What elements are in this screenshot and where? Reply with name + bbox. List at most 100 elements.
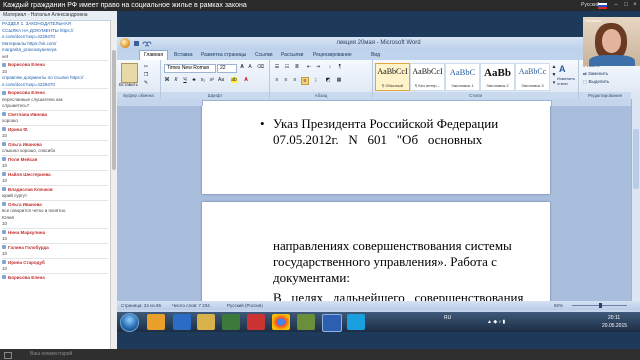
folder-icon[interactable] <box>197 314 215 330</box>
clear-format-icon[interactable]: ⌫ <box>257 64 264 70</box>
styles-group-label: Стили <box>373 92 578 99</box>
style-name: Заголовок 3 <box>521 83 544 88</box>
zoom-slider-thumb[interactable] <box>599 303 602 308</box>
tab-insert[interactable]: Вставка <box>170 51 197 60</box>
app-icon[interactable] <box>297 314 315 330</box>
presenter-shirt <box>589 55 635 66</box>
change-case-icon[interactable]: Aa <box>218 77 224 83</box>
language-status[interactable]: Русский (Россия) <box>227 301 263 310</box>
style-heading-2[interactable]: AaBb Заголовок 2 <box>480 63 515 91</box>
font-color-icon[interactable]: A <box>243 77 249 83</box>
change-styles-label[interactable]: Изменить стили <box>557 76 577 86</box>
copy-icon[interactable]: ❐ <box>143 72 149 78</box>
document-page-2[interactable]: направлениях совершенствования системы г… <box>202 202 550 301</box>
tab-references[interactable]: Ссылки <box>251 51 277 60</box>
cut-icon[interactable]: ✂ <box>143 64 149 70</box>
chat-input-icon <box>4 352 12 359</box>
opera-icon[interactable] <box>247 314 265 330</box>
shrink-font-icon[interactable]: A <box>247 64 253 70</box>
close-icon[interactable]: × <box>631 1 639 9</box>
style-heading-3[interactable]: AaBbCc Заголовок 3 <box>515 63 550 91</box>
highlight-icon[interactable]: ab <box>231 77 237 83</box>
scroll-thumb[interactable] <box>633 129 639 189</box>
numbering-icon[interactable]: ☷ <box>284 64 290 70</box>
line-spacing-icon[interactable]: ↨ <box>313 77 319 83</box>
strikethrough-icon[interactable]: a <box>191 77 197 83</box>
media-icon[interactable] <box>222 314 240 330</box>
style-normal[interactable]: AaBbCcI ¶ Обычный <box>375 63 410 91</box>
start-button-icon[interactable] <box>120 313 139 332</box>
chat-message[interactable]: margarita_pravovayaeneya <box>2 47 108 53</box>
ie-icon[interactable] <box>173 314 191 330</box>
vertical-scrollbar[interactable] <box>631 99 640 301</box>
select-button[interactable]: ⬚ Выделить <box>583 79 609 85</box>
ribbon-tabs: Главная Вставка Разметка страницы Ссылки… <box>117 50 640 61</box>
paste-icon[interactable] <box>121 63 138 83</box>
minimize-icon[interactable]: – <box>612 1 620 9</box>
horizontal-ruler[interactable] <box>117 99 640 107</box>
shading-icon[interactable]: ◩ <box>325 77 331 83</box>
bold-icon[interactable]: Ж <box>164 77 170 83</box>
clock-time[interactable]: 20:11 <box>608 315 620 321</box>
zoom-level[interactable]: 92% <box>554 301 563 310</box>
chat-message: хорошо <box>2 118 108 124</box>
show-marks-icon[interactable]: ¶ <box>337 64 343 70</box>
comment-input[interactable]: Ваш комментарий <box>30 349 72 360</box>
align-center-icon[interactable]: ≡ <box>283 77 289 83</box>
user-icon <box>2 62 6 67</box>
chat-message[interactable]: РАЗДЕЛ 1. ЗАКОНОДАТЕЛЬНАЯ <box>2 21 108 27</box>
bullets-icon[interactable]: ☰ <box>274 64 280 70</box>
sort-icon[interactable]: ↕ <box>327 64 333 70</box>
align-right-icon[interactable]: ≡ <box>292 77 298 83</box>
subscript-icon[interactable]: x₂ <box>200 77 206 83</box>
replace-button[interactable]: ⇄ Заменить <box>583 71 608 77</box>
input-language[interactable]: RU <box>444 315 451 321</box>
chat-message-text: РАЗДЕЛ 1. ЗАКОНОДАТЕЛЬНАЯ <box>2 21 71 26</box>
maximize-icon[interactable]: □ <box>622 1 630 9</box>
chat-message-text: e.com/docs?usp=4229470 <box>2 81 55 87</box>
change-styles-icon[interactable]: A <box>559 64 566 74</box>
tab-review[interactable]: Рецензирование <box>309 51 356 60</box>
grow-font-icon[interactable]: A <box>239 64 245 70</box>
chat-author: Галина Голобурда <box>2 242 108 251</box>
chat-message[interactable]: e.com/docs?usp=4229470 <box>2 34 108 40</box>
chat-message[interactable]: ССЫЛКА НА ДОКУМЕНТЫ https:// <box>2 28 108 34</box>
tab-page-layout[interactable]: Разметка страницы <box>197 51 250 60</box>
chrome-icon[interactable] <box>272 314 290 330</box>
font-name-select[interactable]: Times New Roman <box>164 64 216 73</box>
decrease-indent-icon[interactable]: ⇤ <box>306 64 312 70</box>
document-area[interactable]: • Указ Президента Российской Федерации 0… <box>117 106 640 301</box>
styles-scroll-up-icon[interactable]: ▲ <box>551 64 557 70</box>
chat-message[interactable]: справляю документы по ссылке https:// <box>2 75 108 81</box>
word-count[interactable]: Число слов: 7 234 <box>172 301 210 310</box>
italic-icon[interactable]: К <box>173 77 179 83</box>
language-label[interactable]: Русский <box>581 0 600 11</box>
tab-mailings[interactable]: Рассылки <box>277 51 307 60</box>
paste-button-label[interactable]: Вставить <box>117 82 140 87</box>
chat-message[interactable]: e.com/docs?usp=4229470 <box>2 82 108 88</box>
increase-indent-icon[interactable]: ⇥ <box>315 64 321 70</box>
document-page-1[interactable]: • Указ Президента Российской Федерации 0… <box>202 106 550 194</box>
style-heading-1[interactable]: AaBbC Заголовок 1 <box>445 63 480 91</box>
word-taskbar-icon[interactable] <box>322 314 342 332</box>
explorer-icon[interactable] <box>147 314 165 330</box>
underline-icon[interactable]: Ч <box>182 77 188 83</box>
multilevel-list-icon[interactable]: ≣ <box>294 64 300 70</box>
clock-date[interactable]: 20.05.2015 <box>602 323 627 329</box>
font-size-select[interactable]: 22 <box>217 64 237 73</box>
chat-author-name: Найля Шестериева <box>8 171 51 177</box>
tray-icons[interactable]: ▲ ◆ ♪ ▮ <box>487 319 505 325</box>
superscript-icon[interactable]: x² <box>209 77 215 83</box>
tab-view[interactable]: Вид <box>367 51 384 60</box>
chat-scroll-thumb[interactable] <box>112 50 116 170</box>
justify-icon[interactable]: ≡ <box>301 77 309 85</box>
skype-icon[interactable] <box>347 314 365 330</box>
borders-icon[interactable]: ▦ <box>336 77 342 83</box>
chat-message[interactable]: Материалы https://vk.com/ <box>2 41 108 47</box>
flag-icon[interactable] <box>598 3 607 9</box>
format-painter-icon[interactable]: ✎ <box>143 80 149 86</box>
align-left-icon[interactable]: ≡ <box>274 77 280 83</box>
chat-scrollbar[interactable] <box>110 20 117 349</box>
style-no-spacing[interactable]: AaBbCcI ¶ Без интер... <box>410 63 445 91</box>
page-count[interactable]: Страница: 34 из 65 <box>121 301 161 310</box>
